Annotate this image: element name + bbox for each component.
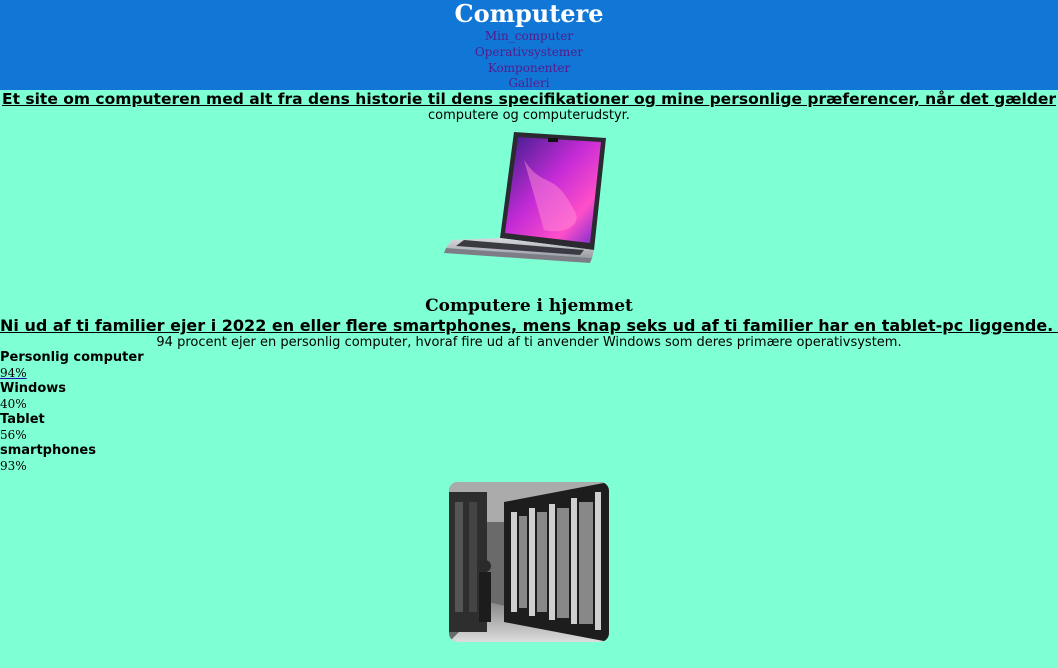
nav-link-min-computer[interactable]: Min_computer <box>0 28 1058 44</box>
intro-heading: Et site om computeren med alt fra dens h… <box>1 90 1057 108</box>
laptop-illustration <box>444 132 606 263</box>
stat-label: Personlig computer <box>0 350 144 365</box>
server-room-image <box>0 482 1058 646</box>
stat-item: Tablet 56% <box>0 412 1058 443</box>
site-title: Computere <box>454 0 604 28</box>
stat-label: smartphones <box>0 443 96 458</box>
stat-label: Windows <box>0 381 67 396</box>
stat-item: smartphones 93% <box>0 443 1058 474</box>
nav-link-operativsystemer[interactable]: Operativsystemer <box>0 44 1058 60</box>
nav-link-galleri[interactable]: Galleri <box>0 76 1058 90</box>
stat-value: 56% <box>0 428 27 442</box>
stat-value: 40% <box>0 397 27 411</box>
stats-list: Personlig computer 94% Windows 40% Table… <box>0 350 1058 474</box>
laptop-image <box>0 130 1058 296</box>
section-subtext: 94 procent ejer en personlig computer, h… <box>156 335 902 350</box>
stat-item: Personlig computer 94% <box>0 350 1058 381</box>
intro-subtext: computere og computerudstyr. <box>428 108 630 123</box>
server-room-illustration <box>449 482 609 642</box>
stat-label: Tablet <box>0 412 45 427</box>
main-nav: Min_computer Operativsystemer Komponente… <box>0 28 1058 90</box>
stat-item: Windows 40% <box>0 381 1058 412</box>
nav-link-komponenter[interactable]: Komponenter <box>0 60 1058 76</box>
stat-value[interactable]: 94% <box>0 366 1058 381</box>
site-header: Computere Min_computer Operativsystemer … <box>0 0 1058 90</box>
stat-value: 93% <box>0 459 27 473</box>
section-title: Computere i hjemmet <box>425 296 633 316</box>
section-heading: Ni ud af ti familier ejer i 2022 en elle… <box>0 316 1058 335</box>
